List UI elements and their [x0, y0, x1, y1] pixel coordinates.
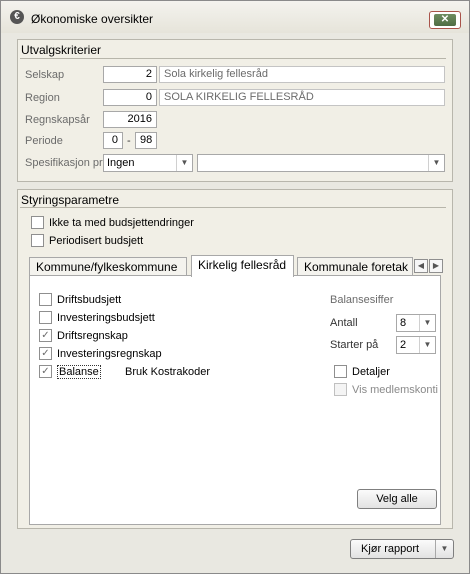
close-button[interactable]: ✕: [429, 11, 461, 29]
tab-scroll-right-button[interactable]: ▶: [429, 259, 443, 273]
starter-pa-select[interactable]: 2 ▼: [396, 336, 436, 354]
check-icon: ✓: [39, 365, 52, 378]
checkbox-icon: [334, 383, 347, 396]
periode-separator: -: [127, 135, 131, 147]
ikke-budsjett-label: Ikke ta med budsjettendringer: [49, 217, 194, 229]
region-label: Region: [25, 92, 60, 104]
vis-medlemskonti-label: Vis medlemskonti: [352, 384, 438, 396]
investeringsbudsjett-label: Investeringsbudsjett: [57, 312, 155, 324]
driftsbudsjett-label: Driftsbudsjett: [57, 294, 122, 306]
checkbox-icon: [31, 234, 44, 247]
selskap-input[interactable]: 2: [103, 66, 157, 83]
tab-kommunale-foretak[interactable]: Kommunale foretak: [297, 257, 413, 276]
periode-to-input[interactable]: 98: [135, 132, 157, 149]
tab-kommune[interactable]: Kommune/fylkeskommune: [29, 257, 187, 276]
detaljer-checkbox[interactable]: Detaljer: [334, 365, 390, 379]
antall-value: 8: [400, 317, 407, 329]
utvalg-divider: [20, 58, 446, 59]
checkbox-icon: [334, 365, 347, 378]
periode-from-input[interactable]: 0: [103, 132, 123, 149]
check-icon: ✓: [39, 329, 52, 342]
kjor-rapport-label: Kjør rapport: [361, 543, 420, 555]
driftsregnskap-label: Driftsregnskap: [57, 330, 128, 342]
region-name-field: SOLA KIRKELIG FELLESRÅD: [159, 89, 445, 106]
utvalg-section-title: Utvalgskriterier: [21, 43, 102, 57]
selskap-name-field: Sola kirkelig fellesråd: [159, 66, 445, 83]
spesifikasjon-select[interactable]: Ingen ▼: [103, 154, 193, 172]
periode-label: Periode: [25, 135, 63, 147]
balansesiffer-title: Balansesiffer: [330, 294, 394, 306]
close-icon: ✕: [434, 14, 456, 26]
chevron-left-icon: ◀: [417, 261, 425, 270]
tab-kirkelig[interactable]: Kirkelig fellesråd: [191, 255, 294, 277]
chevron-down-icon: ▼: [419, 337, 435, 353]
chevron-down-icon: ▼: [176, 155, 192, 171]
styring-section-title: Styringsparametre: [21, 193, 120, 207]
balanse-checkbox[interactable]: ✓ Balanse: [39, 365, 101, 379]
investeringsbudsjett-checkbox[interactable]: Investeringsbudsjett: [39, 311, 155, 325]
periodisert-label: Periodisert budsjett: [49, 235, 144, 247]
spesifikasjon-value: Ingen: [107, 157, 135, 169]
app-icon: €: [10, 10, 24, 24]
checkbox-icon: [39, 293, 52, 306]
bruk-kostrakoder-label: Bruk Kostrakoder: [125, 366, 210, 378]
chevron-down-icon: ▼: [428, 155, 444, 171]
checkbox-icon: [39, 311, 52, 324]
antall-label: Antall: [330, 317, 358, 329]
velg-alle-button[interactable]: Velg alle: [357, 489, 437, 509]
chevron-down-icon: ▼: [435, 540, 453, 558]
chevron-down-icon: ▼: [419, 315, 435, 331]
spesifikasjon-detail-select[interactable]: ▼: [197, 154, 445, 172]
regnskapsar-label: Regnskapsår: [25, 114, 90, 126]
starter-pa-value: 2: [400, 339, 407, 351]
region-input[interactable]: 0: [103, 89, 157, 106]
driftsregnskap-checkbox[interactable]: ✓ Driftsregnskap: [39, 329, 128, 343]
spesifikasjon-label: Spesifikasjon pr: [25, 157, 103, 169]
periodisert-checkbox[interactable]: Periodisert budsjett: [31, 234, 143, 248]
starter-pa-label: Starter på: [330, 339, 379, 351]
ikke-budsjett-checkbox[interactable]: Ikke ta med budsjettendringer: [31, 216, 194, 230]
kjor-rapport-button[interactable]: Kjør rapport ▼: [350, 539, 454, 559]
check-icon: ✓: [39, 347, 52, 360]
window-title: Økonomiske oversikter: [31, 12, 154, 26]
styring-divider: [20, 207, 446, 208]
report-window: € Økonomiske oversikter ✕ Utvalgskriteri…: [0, 0, 470, 574]
selskap-label: Selskap: [25, 69, 65, 81]
tab-scroll-left-button[interactable]: ◀: [414, 259, 428, 273]
driftsbudsjett-checkbox[interactable]: Driftsbudsjett: [39, 293, 121, 307]
regnskapsar-input[interactable]: 2016: [103, 111, 157, 128]
checkbox-icon: [31, 216, 44, 229]
investeringsregnskap-label: Investeringsregnskap: [57, 348, 162, 360]
detaljer-label: Detaljer: [352, 366, 390, 378]
vis-medlemskonti-checkbox[interactable]: Vis medlemskonti: [334, 383, 438, 397]
investeringsregnskap-checkbox[interactable]: ✓ Investeringsregnskap: [39, 347, 162, 361]
chevron-right-icon: ▶: [432, 261, 440, 270]
title-bar: € Økonomiske oversikter ✕: [1, 1, 469, 33]
antall-select[interactable]: 8 ▼: [396, 314, 436, 332]
balanse-label: Balanse: [57, 365, 101, 379]
